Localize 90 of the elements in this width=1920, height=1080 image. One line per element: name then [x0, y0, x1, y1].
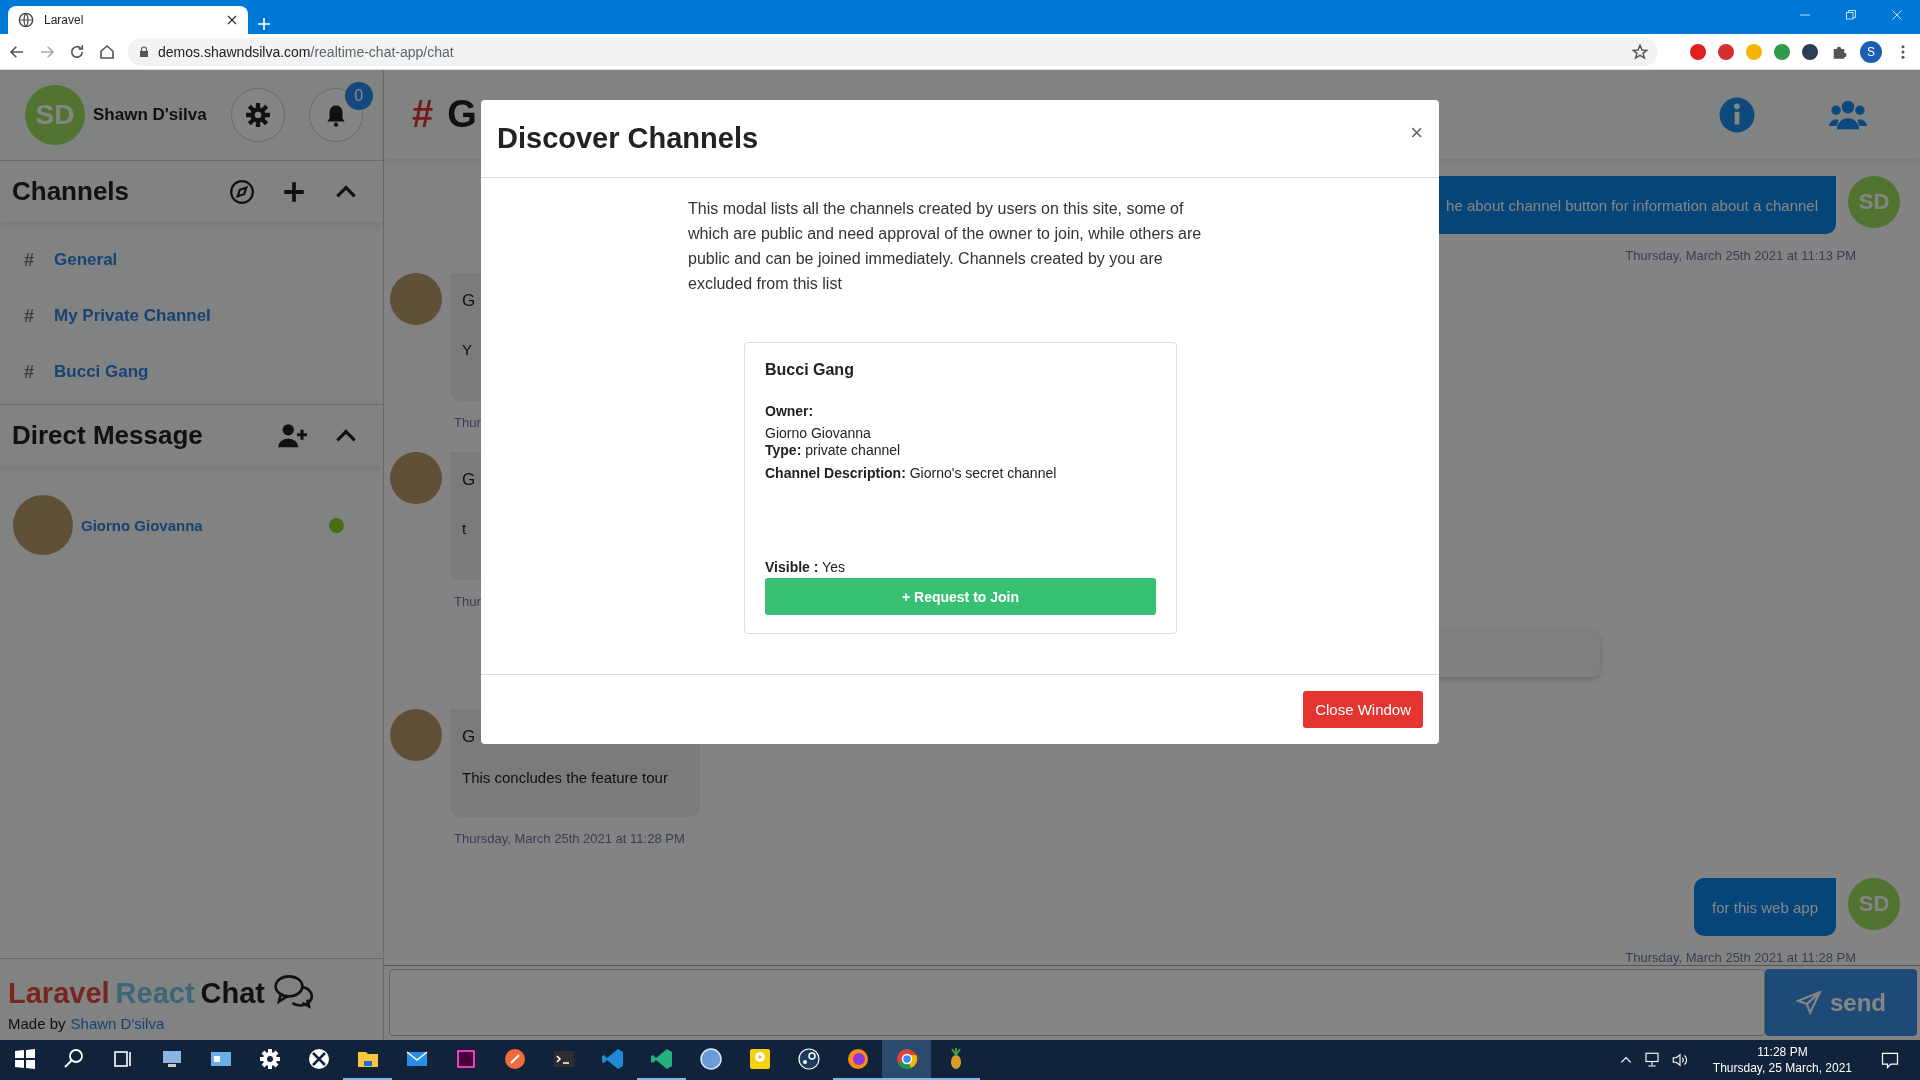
- avatar-placeholder: [390, 273, 442, 326]
- section-title: Channels: [12, 176, 131, 207]
- channel-type: Type: private channel: [765, 442, 902, 459]
- clock[interactable]: 11:28 PM Thursday, 25 March, 2021: [1712, 1044, 1852, 1076]
- play-square-icon: [747, 1047, 772, 1071]
- circle-app-icon: [698, 1047, 723, 1071]
- modal-description: This modal lists all the channels created by users on this site, some of which are public and need approval of the owner to join, while others are public and can be joined immediately. Channels created by you are excluded from this list: [688, 199, 1203, 294]
- close-button[interactable]: ×: [1410, 119, 1423, 146]
- channel-name: Bucci Gang: [765, 361, 855, 379]
- user-avatar: SD: [25, 85, 85, 145]
- user-avatar: SD: [1848, 176, 1900, 229]
- gear-icon: [257, 1047, 282, 1071]
- brand-name: Chat: [200, 976, 266, 1010]
- url-text: demos.shawndsilva.com/realtime-chat-app/chat: [158, 43, 455, 60]
- channel-title: G: [447, 93, 477, 137]
- request-join-button[interactable]: + Request to Join: [765, 578, 1156, 615]
- globe-icon: [18, 12, 34, 28]
- hash-label: #: [24, 361, 34, 383]
- message-text: Y: [462, 341, 473, 359]
- home-icon[interactable]: [98, 42, 116, 61]
- modal-title: Discover Channels: [497, 122, 759, 155]
- user-name: Shawn D'silva: [93, 105, 207, 125]
- visibility-text: Visible : Yes: [765, 559, 846, 576]
- hash-label: #: [24, 249, 34, 271]
- sender-name: G: [462, 291, 477, 312]
- browser-tab[interactable]: Laravel: [8, 6, 248, 34]
- pen-circle-icon: [502, 1047, 527, 1071]
- channel-description: Channel Description: Giorno's secret channel: [765, 465, 1058, 482]
- notifications-icon[interactable]: [1880, 1050, 1900, 1070]
- channel-name: General: [54, 250, 118, 270]
- plus-icon[interactable]: [256, 16, 272, 32]
- tab-title: Laravel: [44, 13, 85, 27]
- star-icon[interactable]: [1632, 43, 1648, 60]
- close-icon[interactable]: [226, 14, 238, 26]
- made-by-label: Made by: [8, 1015, 66, 1032]
- contact-name: Giorno Giovanna: [81, 516, 204, 534]
- channel-item[interactable]: # Bucci Gang: [0, 344, 383, 400]
- chrome-icon: [894, 1047, 919, 1071]
- hash-label: #: [412, 93, 434, 137]
- profile-avatar[interactable]: S: [1860, 40, 1882, 63]
- message-time: Thur: [454, 594, 481, 610]
- lock-icon: [138, 45, 150, 58]
- steam-icon: [796, 1047, 821, 1071]
- message-text: t: [462, 520, 468, 538]
- code-editor-icon: [600, 1047, 625, 1071]
- owner-name: Giorno Giovanna: [765, 425, 872, 442]
- channel-item[interactable]: # General: [0, 232, 383, 288]
- avatar-placeholder: [390, 452, 442, 505]
- discover-button[interactable]: [229, 178, 255, 205]
- avatar-placeholder: [13, 495, 73, 555]
- info-icon: [1718, 95, 1756, 134]
- channel-name: Bucci Gang: [54, 362, 149, 382]
- address-bar[interactable]: demos.shawndsilva.com/realtime-chat-app/chat: [128, 37, 1658, 66]
- compass-icon: [229, 178, 255, 205]
- channel-item[interactable]: # My Private Channel: [0, 288, 383, 344]
- message-bubble: for this web app: [1694, 878, 1836, 937]
- close-window-button[interactable]: Close Window: [1303, 691, 1423, 728]
- network-icon[interactable]: [1642, 1051, 1661, 1069]
- section-title: Direct Message: [12, 420, 204, 451]
- square-app-icon: [453, 1047, 478, 1071]
- sender-name: G: [462, 470, 477, 491]
- speaker-icon[interactable]: [1670, 1051, 1689, 1069]
- hash-label: #: [24, 305, 34, 327]
- brand-name: React: [115, 976, 195, 1010]
- paper-plane-icon: [1796, 989, 1822, 1016]
- windows-icon: [12, 1047, 37, 1071]
- notification-count: 0: [344, 82, 373, 110]
- avatar-placeholder: [390, 709, 442, 762]
- code-editor-icon: [649, 1047, 674, 1071]
- owner-label: Owner:: [765, 403, 815, 419]
- message-text: This concludes the feature tour: [462, 769, 669, 787]
- author-link[interactable]: Shawn D'silva: [70, 1015, 165, 1032]
- message-time: Thursday, March 25th 2021 at 11:28 PM: [454, 831, 685, 847]
- settings-icon: [244, 102, 271, 128]
- chrome-button[interactable]: [882, 1040, 931, 1080]
- message-input[interactable]: [389, 969, 1765, 1036]
- clock-time: 11:28 PM: [1757, 1044, 1808, 1060]
- about-channel-button[interactable]: [1718, 95, 1756, 134]
- reload-icon[interactable]: [68, 42, 86, 61]
- message-time: Thursday, March 25th 2021 at 11:28 PM: [1625, 950, 1856, 966]
- message-time: Thursday, March 25th 2021 at 11:13 PM: [1625, 248, 1856, 264]
- sender-name: G: [462, 727, 477, 748]
- user-avatar: SD: [1848, 878, 1900, 931]
- clock-date: Thursday, 25 March, 2021: [1712, 1060, 1852, 1076]
- send-button[interactable]: send: [1765, 969, 1917, 1036]
- settings-button[interactable]: [230, 88, 285, 142]
- message-time: Thur: [454, 415, 481, 431]
- contact-item[interactable]: Giorno Giovanna: [0, 494, 383, 556]
- brand-name: Laravel: [8, 976, 110, 1010]
- channel-name: My Private Channel: [54, 306, 211, 326]
